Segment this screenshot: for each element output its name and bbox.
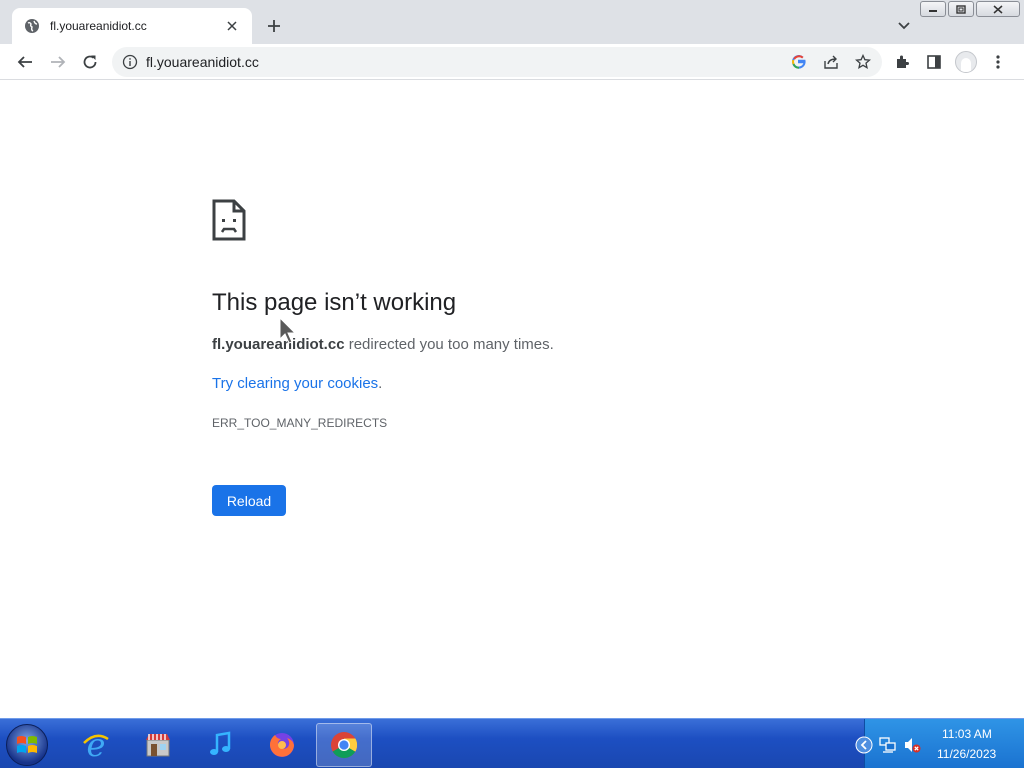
- windows-logo-icon: [17, 736, 37, 753]
- minimize-button[interactable]: [920, 1, 946, 17]
- profile-avatar[interactable]: [955, 51, 977, 73]
- reload-button[interactable]: Reload: [212, 485, 286, 516]
- chrome-icon[interactable]: [316, 723, 372, 767]
- sad-document-icon: [212, 199, 246, 241]
- taskbar: e 11:03 AM 11/26/2023: [0, 718, 1024, 768]
- forward-icon[interactable]: [45, 49, 71, 75]
- firefox-icon[interactable]: [254, 723, 310, 767]
- internet-explorer-icon[interactable]: e: [68, 723, 124, 767]
- error-heading: This page isn’t working: [212, 289, 457, 316]
- svg-text:e: e: [87, 729, 106, 761]
- clock-time[interactable]: 11:03 AM: [942, 727, 992, 741]
- clock-date[interactable]: 11/26/2023: [937, 747, 996, 761]
- address-bar[interactable]: fl.youareanidiot.cc: [112, 47, 882, 77]
- network-icon[interactable]: [879, 736, 897, 754]
- close-window-button[interactable]: [976, 1, 1020, 17]
- avatar-silhouette: [961, 58, 971, 72]
- site-info-icon[interactable]: [122, 54, 138, 70]
- side-panel-icon[interactable]: [921, 49, 947, 75]
- extensions-icon[interactable]: [889, 49, 915, 75]
- show-hidden-icons-icon[interactable]: [855, 736, 873, 754]
- store-icon[interactable]: [130, 723, 186, 767]
- suggestion-period: .: [378, 375, 383, 392]
- browser-toolbar: fl.youareanidiot.cc: [0, 44, 1024, 80]
- start-button[interactable]: [6, 724, 48, 766]
- tab-active[interactable]: fl.youareanidiot.cc: [12, 8, 252, 44]
- error-suggestion: Try clearing your cookies.: [212, 375, 382, 392]
- back-icon[interactable]: [12, 49, 38, 75]
- window-controls: [920, 1, 1020, 17]
- menu-icon[interactable]: [985, 49, 1011, 75]
- bookmark-star-icon[interactable]: [850, 49, 876, 75]
- maximize-button[interactable]: [948, 1, 974, 17]
- error-detail: fl.youareanidiot.cc redirected you too m…: [212, 336, 554, 353]
- google-lens-icon[interactable]: [786, 49, 812, 75]
- url-text: fl.youareanidiot.cc: [146, 54, 259, 70]
- tab-search-chevron-icon[interactable]: [892, 14, 916, 38]
- share-icon[interactable]: [818, 49, 844, 75]
- error-detail-text: redirected you too many times.: [344, 336, 554, 353]
- error-page: This page isn’t working fl.youareanidiot…: [0, 81, 1024, 718]
- reload-icon[interactable]: [77, 49, 103, 75]
- clear-cookies-link[interactable]: Try clearing your cookies: [212, 375, 378, 392]
- tab-title: fl.youareanidiot.cc: [50, 19, 147, 33]
- tab-strip: fl.youareanidiot.cc: [0, 0, 1024, 44]
- error-code: ERR_TOO_MANY_REDIRECTS: [212, 416, 388, 430]
- close-tab-icon[interactable]: [222, 16, 242, 36]
- mouse-cursor-icon: [279, 316, 299, 345]
- new-tab-button[interactable]: [262, 14, 286, 38]
- music-icon[interactable]: [192, 723, 248, 767]
- volume-muted-icon[interactable]: [903, 736, 921, 754]
- globe-icon: [24, 18, 40, 34]
